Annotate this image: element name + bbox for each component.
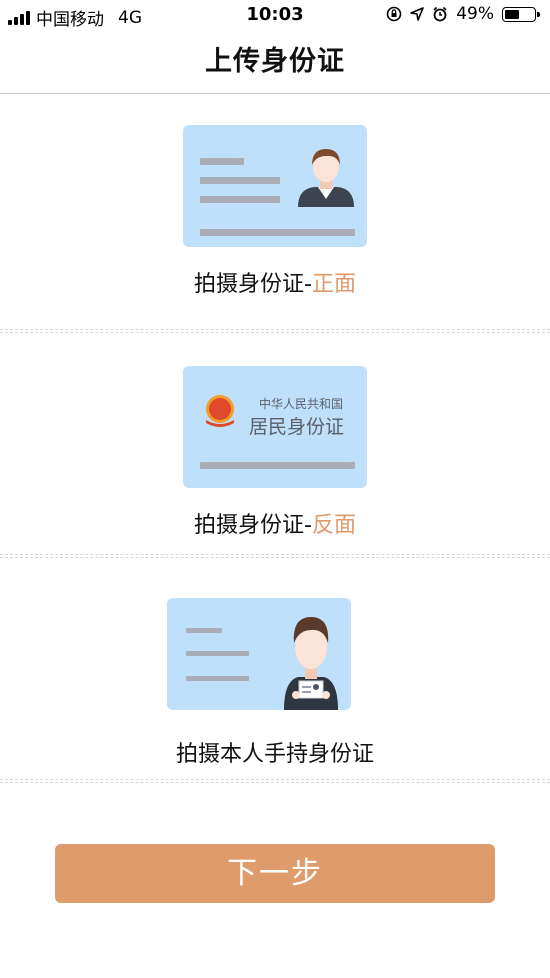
label-prefix: 拍摄身份证- — [194, 272, 312, 297]
battery-icon — [502, 6, 540, 22]
person-avatar-icon — [298, 149, 354, 207]
status-bar: 中国移动 4G 10:03 49% — [0, 0, 550, 30]
alarm-icon — [433, 6, 447, 22]
card-title-big: 居民身份证 — [249, 416, 345, 438]
battery-percent: 49% — [456, 4, 494, 24]
label-accent: 反面 — [311, 513, 356, 538]
card-title-small: 中华人民共和国 — [259, 397, 344, 411]
nav-bar: 上传身份证 — [0, 30, 550, 94]
divider — [0, 554, 550, 558]
person-holding-id-icon — [284, 617, 338, 710]
holding-id-card-image[interactable] — [167, 598, 351, 710]
upload-holding-label: 拍摄本人手持身份证 — [175, 742, 374, 767]
national-emblem-icon — [206, 395, 234, 427]
divider — [0, 779, 550, 783]
location-icon — [410, 7, 425, 21]
next-step-button[interactable]: 下一步 — [55, 844, 495, 903]
page-title: 上传身份证 — [205, 46, 345, 77]
upload-back-section[interactable]: 中华人民共和国 居民身份证 拍摄身份证-反面 — [0, 334, 550, 554]
id-card-back-image[interactable]: 中华人民共和国 居民身份证 — [183, 366, 367, 488]
label-prefix: 拍摄身份证- — [194, 513, 312, 538]
upload-front-section[interactable]: 拍摄身份证-正面 — [0, 94, 550, 330]
label-accent: 正面 — [311, 272, 356, 297]
upload-front-label: 拍摄身份证-正面 — [0, 266, 550, 298]
upload-holding-section[interactable]: 拍摄本人手持身份证 — [0, 559, 550, 779]
id-card-front-image[interactable] — [183, 125, 367, 247]
divider — [0, 329, 550, 333]
upload-back-label: 拍摄身份证-反面 — [0, 507, 550, 539]
rotation-lock-icon — [386, 6, 402, 22]
